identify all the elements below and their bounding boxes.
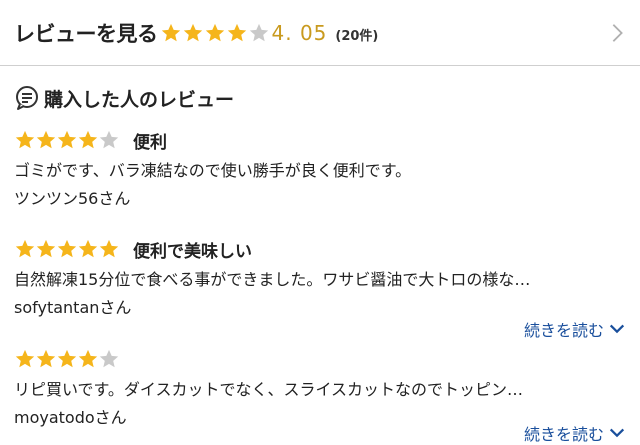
- star-icon: [36, 239, 56, 258]
- review-body: リピ買いです。ダイスカットでなく、スライスカットなのでトッピン…: [14, 380, 523, 399]
- review-stars: [14, 348, 119, 370]
- review-body: ゴミがです、バラ凍結なので使い勝手が良く便利です。: [14, 161, 412, 180]
- review-item: 便利で美味しい 自然解凍15分位で食べる事ができました。ワサビ醤油で大トロの様な…: [0, 233, 640, 341]
- star-icon: [99, 130, 119, 149]
- star-icon: [99, 239, 119, 258]
- read-more-link[interactable]: 続きを読む: [524, 317, 626, 341]
- read-more-label[interactable]: 続きを読む: [524, 317, 604, 341]
- read-more-link[interactable]: 続きを読む: [524, 421, 626, 445]
- star-icon: [99, 349, 119, 368]
- review-body: 自然解凍15分位で食べる事ができました。ワサビ醤油で大トロの様な…: [14, 270, 531, 289]
- review-summary-header[interactable]: レビューを見る 4. 05 (20件): [0, 0, 640, 66]
- chevron-down-icon: [609, 428, 625, 438]
- review-title: 便利: [133, 132, 167, 153]
- star-icon: [15, 130, 35, 149]
- read-more-label[interactable]: 続きを読む: [524, 421, 604, 445]
- star-icon: [57, 130, 77, 149]
- star-icon: [36, 130, 56, 149]
- star-icon: [57, 239, 77, 258]
- star-icon: [249, 23, 268, 41]
- header-star-rating: [160, 22, 270, 44]
- review-item: リピ買いです。ダイスカットでなく、スライスカットなのでトッピン… moyatod…: [0, 343, 640, 445]
- header-review-count: (20件): [335, 29, 379, 44]
- review-item: 便利 ゴミがです、バラ凍結なので使い勝手が良く便利です。 ツンツン56さん: [0, 124, 640, 229]
- section-title: 購入した人のレビュー: [44, 88, 235, 111]
- review-stars: [14, 129, 119, 151]
- chat-bubble-icon: [16, 86, 38, 110]
- header-rating-value: 4. 05: [271, 20, 328, 45]
- star-icon: [15, 239, 35, 258]
- star-icon: [78, 349, 98, 368]
- star-icon: [183, 23, 202, 41]
- chevron-right-icon[interactable]: [606, 22, 628, 44]
- star-icon: [227, 23, 246, 41]
- review-title: 便利で美味しい: [133, 241, 252, 262]
- header-title: レビューを見る: [14, 21, 158, 46]
- star-icon: [161, 23, 180, 41]
- section-title-row: 購入した人のレビュー: [0, 66, 640, 124]
- star-icon: [205, 23, 224, 41]
- chevron-down-icon: [609, 324, 625, 334]
- star-icon: [78, 239, 98, 258]
- star-icon: [57, 349, 77, 368]
- star-icon: [78, 130, 98, 149]
- review-author: ツンツン56さん: [14, 189, 131, 208]
- review-stars: [14, 238, 119, 260]
- star-icon: [36, 349, 56, 368]
- star-icon: [15, 349, 35, 368]
